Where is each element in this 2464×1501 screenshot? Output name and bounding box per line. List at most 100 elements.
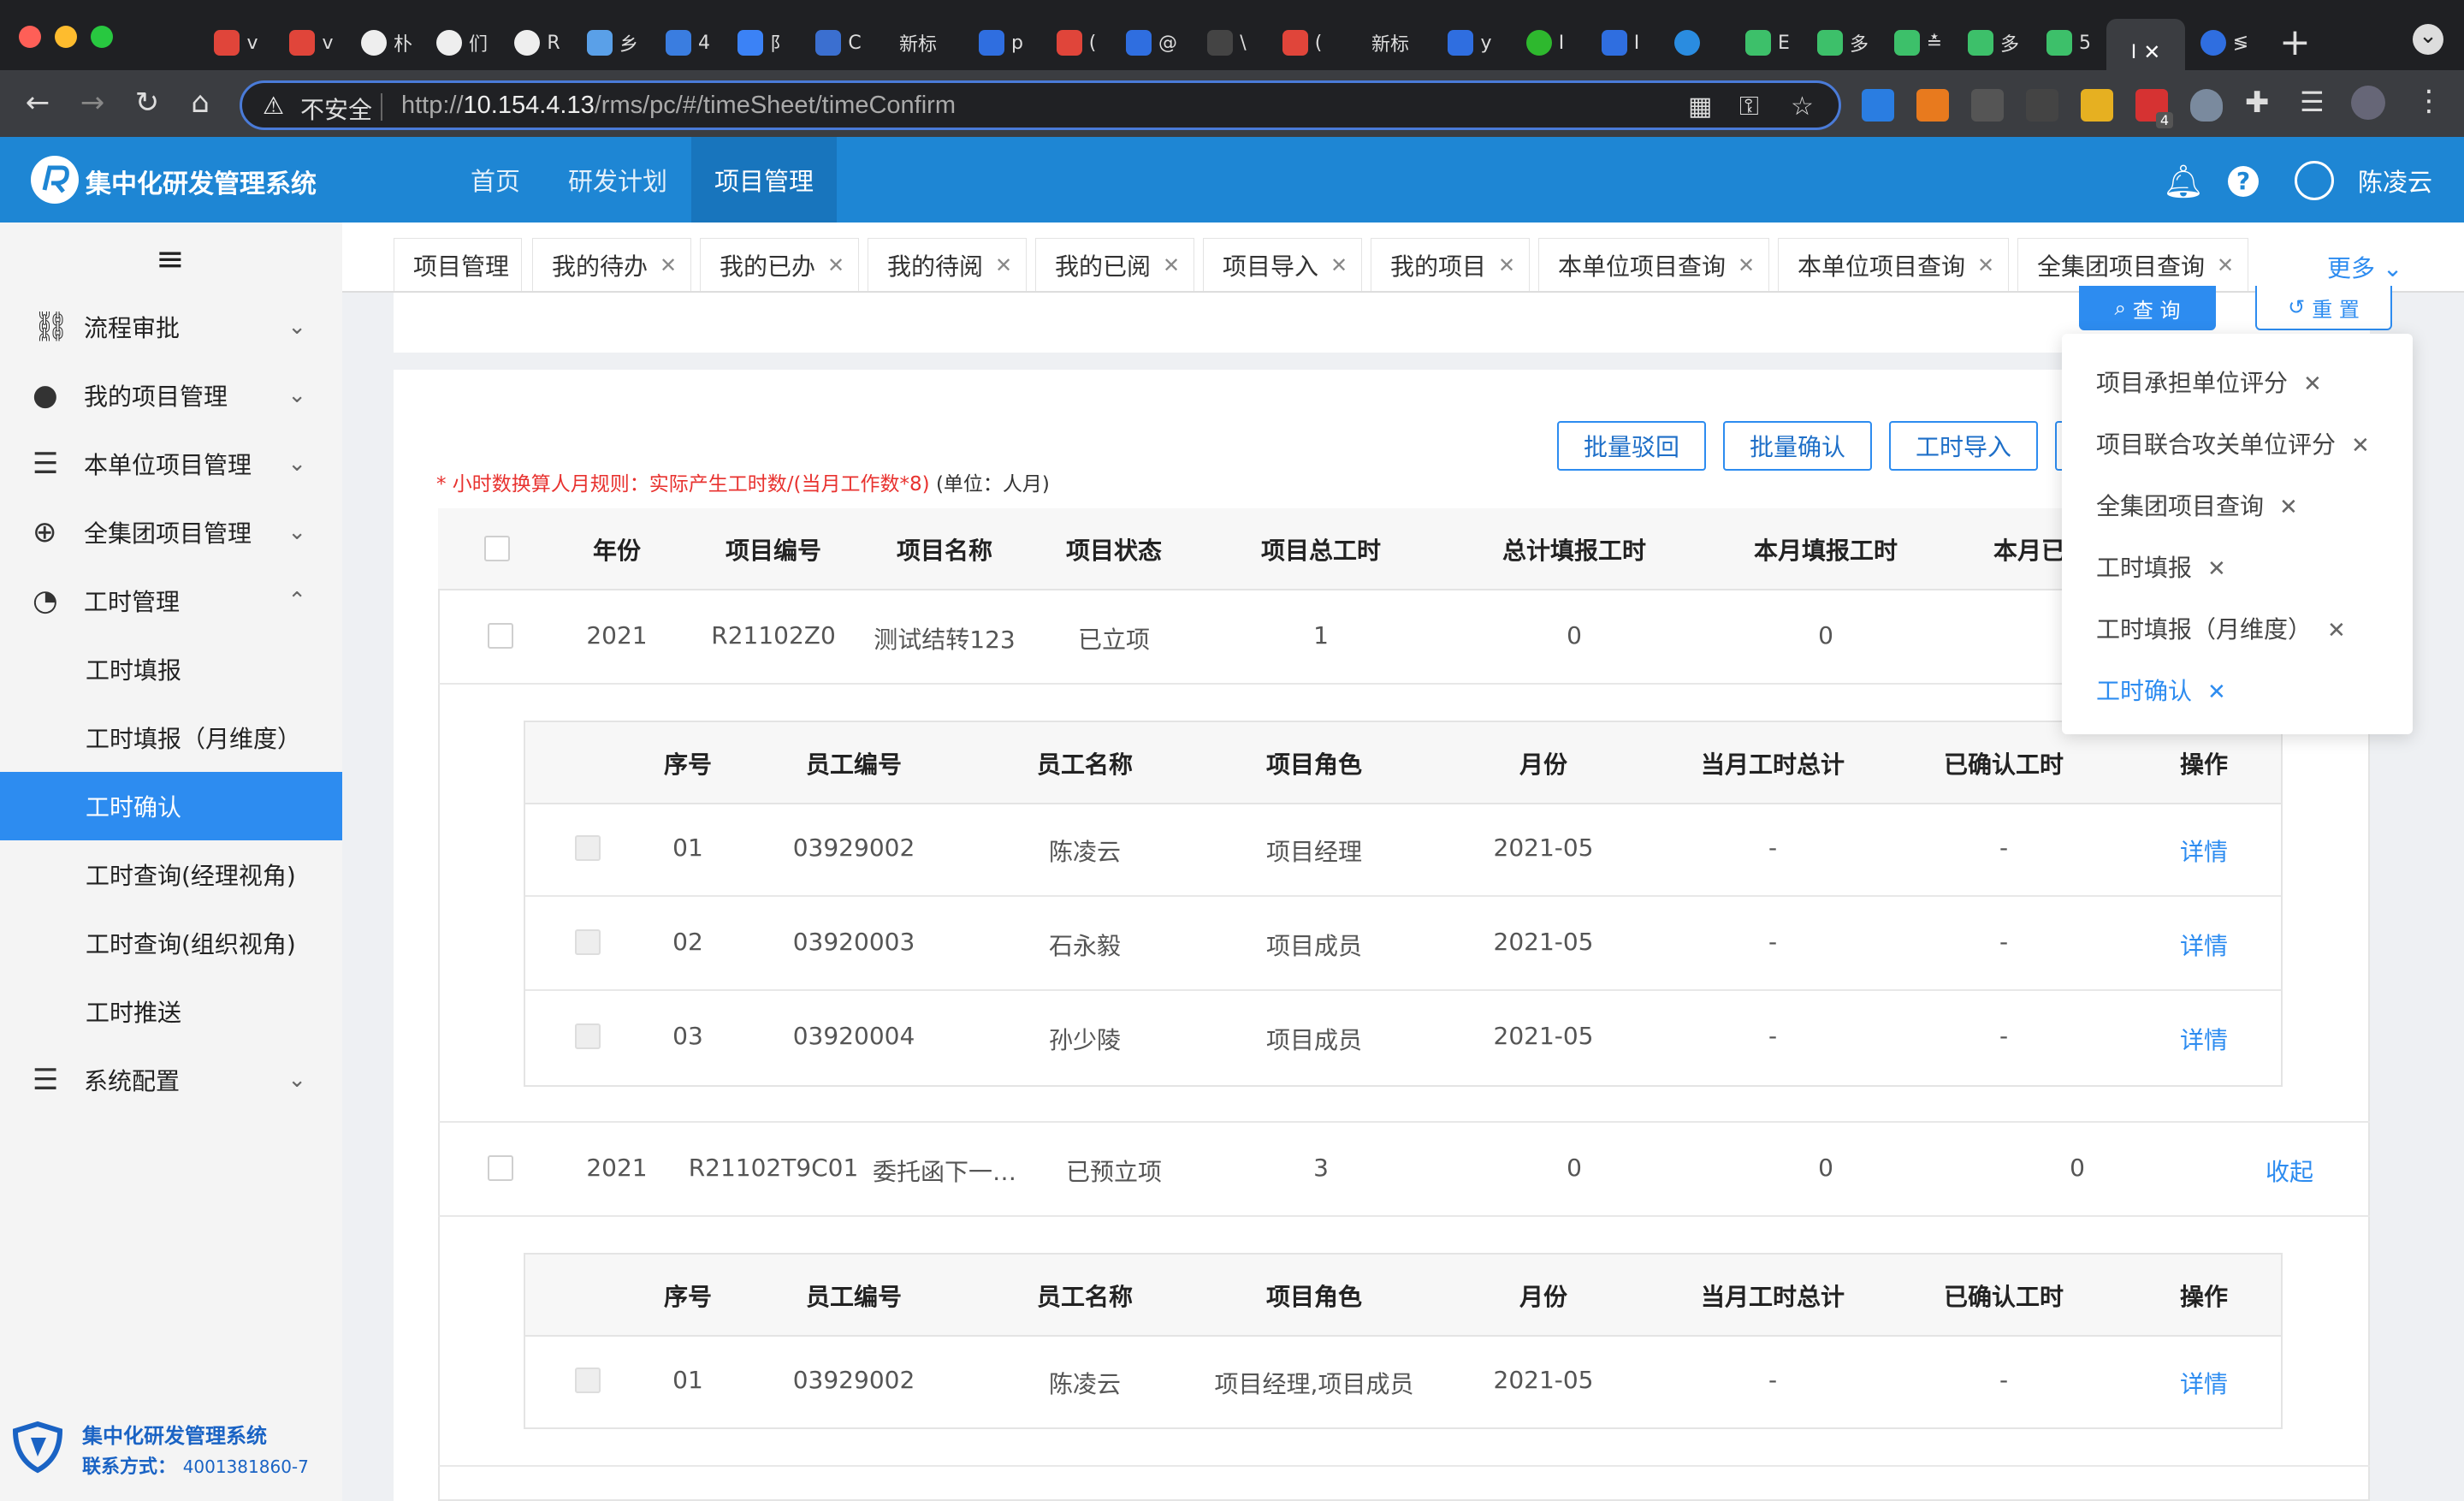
browser-tab[interactable]: \ [1193, 19, 1261, 67]
page-tab-project-import[interactable]: 项目导入 ✕ [1203, 238, 1362, 291]
close-icon[interactable]: ✕ [660, 253, 677, 277]
browser-tab[interactable]: ( [1268, 19, 1336, 67]
close-icon[interactable]: ✕ [995, 253, 1012, 277]
extension-s-icon[interactable] [1862, 89, 1894, 122]
extension-shield-icon[interactable] [2190, 89, 2223, 122]
timesheet-import-button[interactable]: 工时导入 [1889, 421, 2038, 471]
close-icon[interactable]: ✕ [2207, 556, 2226, 582]
window-minimize-icon[interactable] [55, 26, 77, 48]
bell-icon[interactable]: 🔔︎ [2163, 163, 2204, 201]
collapse-link[interactable]: 收起 [2266, 1154, 2313, 1188]
new-tab-icon[interactable]: + [2279, 21, 2311, 64]
page-tab-my-done[interactable]: 我的已办 ✕ [700, 238, 859, 291]
browser-tab[interactable]: v [202, 19, 270, 67]
browser-tab[interactable]: 朴 [352, 19, 421, 67]
sidebar-item-approval[interactable]: ⛓ 流程审批 ⌄ [0, 293, 342, 361]
batch-confirm-button[interactable]: 批量确认 [1723, 421, 1872, 471]
details-link[interactable]: 详情 [2180, 928, 2228, 962]
home-icon[interactable]: ⌂ [180, 82, 221, 123]
page-tab-unit-project-query-2[interactable]: 本单位项目查询 ✕ [1778, 238, 2009, 291]
nav-project-management[interactable]: 项目管理 [691, 137, 837, 222]
extensions-puzzle-icon[interactable]: ✚ [2245, 86, 2270, 120]
browser-tab[interactable]: ≛ [1884, 19, 1952, 67]
install-app-icon[interactable]: ▦ [1688, 92, 1712, 122]
dropdown-item-timesheet-confirm[interactable]: 工时确认 ✕ [2096, 673, 2226, 707]
window-close-icon[interactable] [19, 26, 41, 48]
key-icon[interactable]: ⚿ [1739, 92, 1759, 122]
close-tab-icon[interactable]: ✕ [2143, 40, 2160, 64]
reload-icon[interactable]: ↻ [127, 82, 168, 123]
sidebar-item-my-projects[interactable]: ● 我的项目管理 ⌄ [0, 361, 342, 430]
browser-tab[interactable] [1661, 19, 1713, 67]
detail-row-checkbox[interactable] [575, 929, 601, 955]
browser-tab[interactable]: 新标 [1352, 19, 1429, 67]
detail-row-checkbox[interactable] [575, 835, 601, 861]
browser-tab[interactable]: ≶ [2190, 19, 2259, 67]
browser-tab[interactable]: 5 [2035, 19, 2103, 67]
close-icon[interactable]: ✕ [1498, 253, 1515, 277]
browser-tab[interactable]: p [967, 19, 1035, 67]
browser-tab[interactable]: 乡 [578, 19, 647, 67]
select-all-checkbox[interactable] [484, 536, 510, 561]
browser-tab[interactable]: ( [1042, 19, 1111, 67]
details-link[interactable]: 详情 [2180, 834, 2228, 868]
extension-download-icon[interactable] [2081, 89, 2113, 122]
profile-avatar[interactable] [2351, 86, 2385, 120]
detail-row-checkbox[interactable] [575, 1023, 601, 1049]
sidebar-item-unit-projects[interactable]: ☰ 本单位项目管理 ⌄ [0, 430, 342, 498]
extension-orange-icon[interactable] [1916, 89, 1949, 122]
sidebar-sub-timesheet-fill[interactable]: 工时填报 [0, 635, 342, 703]
extension-red-icon[interactable]: 4 [2135, 89, 2173, 128]
forward-icon[interactable]: → [72, 82, 113, 123]
dropdown-item-timesheet-fill[interactable]: 工时填报 ✕ [2096, 549, 2226, 584]
sidebar-sub-timesheet-fill-monthly[interactable]: 工时填报（月维度） [0, 703, 342, 772]
sidebar-item-system-config[interactable]: ☰ 系统配置 ⌄ [0, 1046, 342, 1114]
browser-tab[interactable]: 多 [1809, 19, 1877, 67]
more-tabs-button[interactable]: 更多 ⌄ [2327, 250, 2402, 284]
reset-button[interactable]: ↺ 重 置 [2255, 286, 2392, 330]
security-label[interactable]: 不安全 [300, 92, 372, 126]
close-icon[interactable]: ✕ [1977, 253, 1994, 277]
close-icon[interactable]: ✕ [2303, 371, 2322, 397]
nav-rd-plan[interactable]: 研发计划 [558, 137, 678, 222]
browser-tab-blank[interactable] [140, 19, 198, 67]
row-checkbox[interactable] [488, 623, 513, 649]
back-icon[interactable]: ← [17, 82, 58, 123]
page-tab-my-to-read[interactable]: 我的待阅 ✕ [868, 238, 1027, 291]
sidebar-sub-timesheet-query-manager[interactable]: 工时查询(经理视角) [0, 840, 342, 909]
close-icon[interactable]: ✕ [2351, 433, 2370, 459]
sidebar-sub-timesheet-query-org[interactable]: 工时查询(组织视角) [0, 909, 342, 977]
close-icon[interactable]: ✕ [1163, 253, 1180, 277]
detail-row-checkbox[interactable] [575, 1368, 601, 1393]
page-tab-group-project-query[interactable]: 全集团项目查询 ✕ [2017, 238, 2248, 291]
reading-list-icon[interactable]: ☰ [2300, 86, 2325, 118]
menu-toggle-icon[interactable]: ≡ [156, 240, 185, 279]
browser-tab[interactable]: 4 [654, 19, 722, 67]
extension-dark-icon[interactable] [2026, 89, 2058, 122]
app-logo[interactable] [31, 156, 79, 204]
browser-tab[interactable]: 新标 [880, 19, 957, 67]
browser-tab[interactable]: y [1436, 19, 1504, 67]
row-checkbox[interactable] [488, 1155, 513, 1181]
url-text[interactable]: http://10.154.4.13/rms/pc/#/timeSheet/ti… [401, 92, 956, 120]
batch-reject-button[interactable]: 批量驳回 [1557, 421, 1706, 471]
browser-tab[interactable]: @ [1117, 19, 1186, 67]
tab-search-icon[interactable]: ⌄ [2413, 24, 2443, 55]
page-tab-project-management[interactable]: 项目管理 [394, 238, 522, 291]
close-icon[interactable]: ✕ [827, 253, 844, 277]
browser-tab[interactable]: I [1511, 19, 1579, 67]
bookmark-star-icon[interactable]: ☆ [1791, 92, 1814, 122]
browser-tab[interactable]: 阝 [729, 19, 797, 67]
browser-tab[interactable]: v [277, 19, 346, 67]
dropdown-item-timesheet-fill-monthly[interactable]: 工时填报（月维度） ✕ [2096, 611, 2346, 645]
query-button[interactable]: ⌕ 查 询 [2079, 286, 2216, 330]
nav-home[interactable]: 首页 [457, 137, 534, 222]
help-icon[interactable]: ? [2228, 166, 2259, 197]
browser-tab[interactable]: E [1733, 19, 1802, 67]
browser-tab[interactable]: C [804, 19, 873, 67]
close-icon[interactable]: ✕ [2207, 679, 2226, 705]
browser-menu-icon[interactable]: ⋮ [2414, 84, 2443, 118]
browser-tab[interactable]: I [1586, 19, 1655, 67]
close-icon[interactable]: ✕ [1738, 253, 1755, 277]
app-title[interactable]: 集中化研发管理系统 [86, 163, 317, 200]
